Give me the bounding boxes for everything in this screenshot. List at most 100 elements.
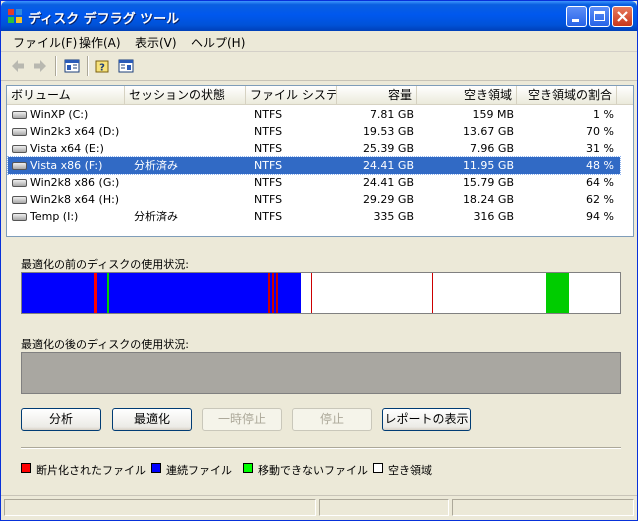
- toolbar-separator: [55, 56, 57, 76]
- toolbar: ?: [1, 52, 637, 81]
- unmovable-strip: [107, 273, 109, 313]
- volume-file-system: NTFS: [254, 108, 283, 121]
- fragmented-strip: [311, 273, 312, 313]
- status-pane-main: [4, 499, 316, 516]
- menu-view[interactable]: 表示(V): [135, 34, 177, 51]
- legend-swatch-fragmented: [21, 463, 31, 473]
- after-usage-bar: [21, 352, 621, 394]
- volume-name: WinXP (C:): [30, 108, 89, 121]
- hard-drive-icon: [12, 111, 27, 119]
- volume-session-status: 分析済み: [134, 159, 178, 172]
- close-button[interactable]: [612, 6, 633, 27]
- volume-file-system: NTFS: [254, 210, 283, 223]
- column-header-session-status[interactable]: セッションの状態: [125, 86, 246, 104]
- volume-free-percent: 94 %: [586, 210, 614, 223]
- column-header-filler: [617, 86, 633, 104]
- column-header-volume[interactable]: ボリューム: [7, 86, 125, 104]
- after-usage-label: 最適化の後のディスクの使用状況:: [21, 338, 189, 351]
- defrag-app-icon: [8, 9, 22, 23]
- volume-row[interactable]: Win2k8 x64 (H:) NTFS 29.29 GB 18.24 GB 6…: [8, 191, 620, 208]
- volume-list[interactable]: ボリューム セッションの状態 ファイル システム 容量 空き領域 空き領域の割合…: [6, 85, 634, 237]
- volume-row-selected[interactable]: Vista x86 (F:) 分析済み NTFS 24.41 GB 11.95 …: [7, 156, 621, 175]
- volume-capacity: 24.41 GB: [362, 159, 414, 172]
- fragmented-strip: [272, 273, 274, 313]
- volume-capacity: 29.29 GB: [362, 193, 414, 206]
- volume-row[interactable]: Win2k8 x86 (G:) NTFS 24.41 GB 15.79 GB 6…: [8, 174, 620, 191]
- volume-file-system: NTFS: [254, 125, 283, 138]
- properties-icon[interactable]: [117, 57, 135, 75]
- defragment-button[interactable]: 最適化: [112, 408, 192, 431]
- before-usage-label: 最適化の前のディスクの使用状況:: [21, 258, 189, 271]
- column-header-capacity[interactable]: 容量: [337, 86, 417, 104]
- legend-label: 断片化されたファイル: [36, 464, 146, 477]
- volume-row[interactable]: WinXP (C:) NTFS 7.81 GB 159 MB 1 %: [8, 106, 620, 123]
- legend-swatch-free-space: [373, 463, 383, 473]
- forward-arrow-icon[interactable]: [31, 57, 49, 75]
- volume-name: Win2k3 x64 (D:): [30, 125, 120, 138]
- minimize-icon: [572, 19, 579, 22]
- defrag-window: ディスク デフラグ ツール ファイル(F) 操作(A) 表示(V) ヘルプ(H): [0, 0, 638, 521]
- volume-capacity: 7.81 GB: [369, 108, 414, 121]
- pause-button[interactable]: 一時停止: [202, 408, 282, 431]
- volume-free-percent: 70 %: [586, 125, 614, 138]
- fragmented-strip: [268, 273, 270, 313]
- back-arrow-icon[interactable]: [9, 57, 27, 75]
- minimize-button[interactable]: [566, 6, 587, 27]
- volume-name: Vista x86 (F:): [30, 159, 103, 172]
- stop-button[interactable]: 停止: [292, 408, 372, 431]
- hard-drive-icon: [12, 145, 27, 153]
- menu-bar: ファイル(F) 操作(A) 表示(V) ヘルプ(H): [1, 31, 637, 52]
- volume-free-space: 18.24 GB: [462, 193, 514, 206]
- menu-help[interactable]: ヘルプ(H): [191, 34, 245, 51]
- help-icon[interactable]: ?: [93, 57, 111, 75]
- legend-swatch-unmovable: [243, 463, 253, 473]
- volume-name: Temp (I:): [30, 210, 79, 223]
- legend-label: 空き領域: [388, 464, 432, 477]
- title-bar[interactable]: ディスク デフラグ ツール: [1, 1, 637, 31]
- maximize-button[interactable]: [589, 6, 610, 27]
- console-tree-icon[interactable]: [63, 57, 81, 75]
- hard-drive-icon: [12, 196, 27, 204]
- svg-text:?: ?: [99, 63, 105, 74]
- column-header-free-percent[interactable]: 空き領域の割合: [517, 86, 617, 104]
- column-header-free-space[interactable]: 空き領域: [417, 86, 517, 104]
- volume-file-system: NTFS: [254, 176, 283, 189]
- volume-session-status: [134, 106, 244, 123]
- fragmented-strip: [94, 273, 97, 313]
- menu-action[interactable]: 操作(A): [79, 34, 121, 51]
- volume-free-percent: 64 %: [586, 176, 614, 189]
- volume-row[interactable]: Win2k3 x64 (D:) NTFS 19.53 GB 13.67 GB 7…: [8, 123, 620, 140]
- volume-name: Win2k8 x86 (G:): [30, 176, 120, 189]
- maximize-icon: [594, 11, 605, 21]
- volume-session-status: [134, 174, 244, 191]
- volume-capacity: 335 GB: [373, 210, 414, 223]
- volume-capacity: 24.41 GB: [362, 176, 414, 189]
- hard-drive-icon: [12, 179, 27, 187]
- volume-free-space: 316 GB: [473, 210, 514, 223]
- fragmented-strip: [276, 273, 278, 313]
- before-usage-bar: [21, 272, 621, 314]
- volume-free-space: 15.79 GB: [462, 176, 514, 189]
- volume-free-percent: 1 %: [593, 108, 614, 121]
- contiguous-block: [22, 273, 301, 313]
- volume-row[interactable]: Vista x64 (E:) NTFS 25.39 GB 7.96 GB 31 …: [8, 140, 620, 157]
- volume-capacity: 19.53 GB: [362, 125, 414, 138]
- analyze-button[interactable]: 分析: [21, 408, 101, 431]
- status-bar: [1, 495, 637, 520]
- volume-session-status: [134, 191, 244, 208]
- volume-name: Win2k8 x64 (H:): [30, 193, 120, 206]
- legend-swatch-contiguous: [151, 463, 161, 473]
- volume-free-space: 11.95 GB: [462, 159, 514, 172]
- close-icon: [617, 11, 628, 22]
- volume-free-percent: 62 %: [586, 193, 614, 206]
- status-pane-middle: [319, 499, 449, 516]
- volume-free-space: 159 MB: [472, 108, 514, 121]
- volume-free-percent: 48 %: [586, 159, 614, 172]
- legend-label: 連続ファイル: [166, 464, 232, 477]
- view-report-button[interactable]: レポートの表示: [382, 408, 471, 431]
- hard-drive-icon: [12, 213, 27, 221]
- menu-file[interactable]: ファイル(F): [13, 34, 77, 51]
- column-header-file-system[interactable]: ファイル システム: [246, 86, 337, 104]
- volume-session-status: [134, 123, 244, 140]
- volume-row[interactable]: Temp (I:) 分析済み NTFS 335 GB 316 GB 94 %: [8, 208, 620, 225]
